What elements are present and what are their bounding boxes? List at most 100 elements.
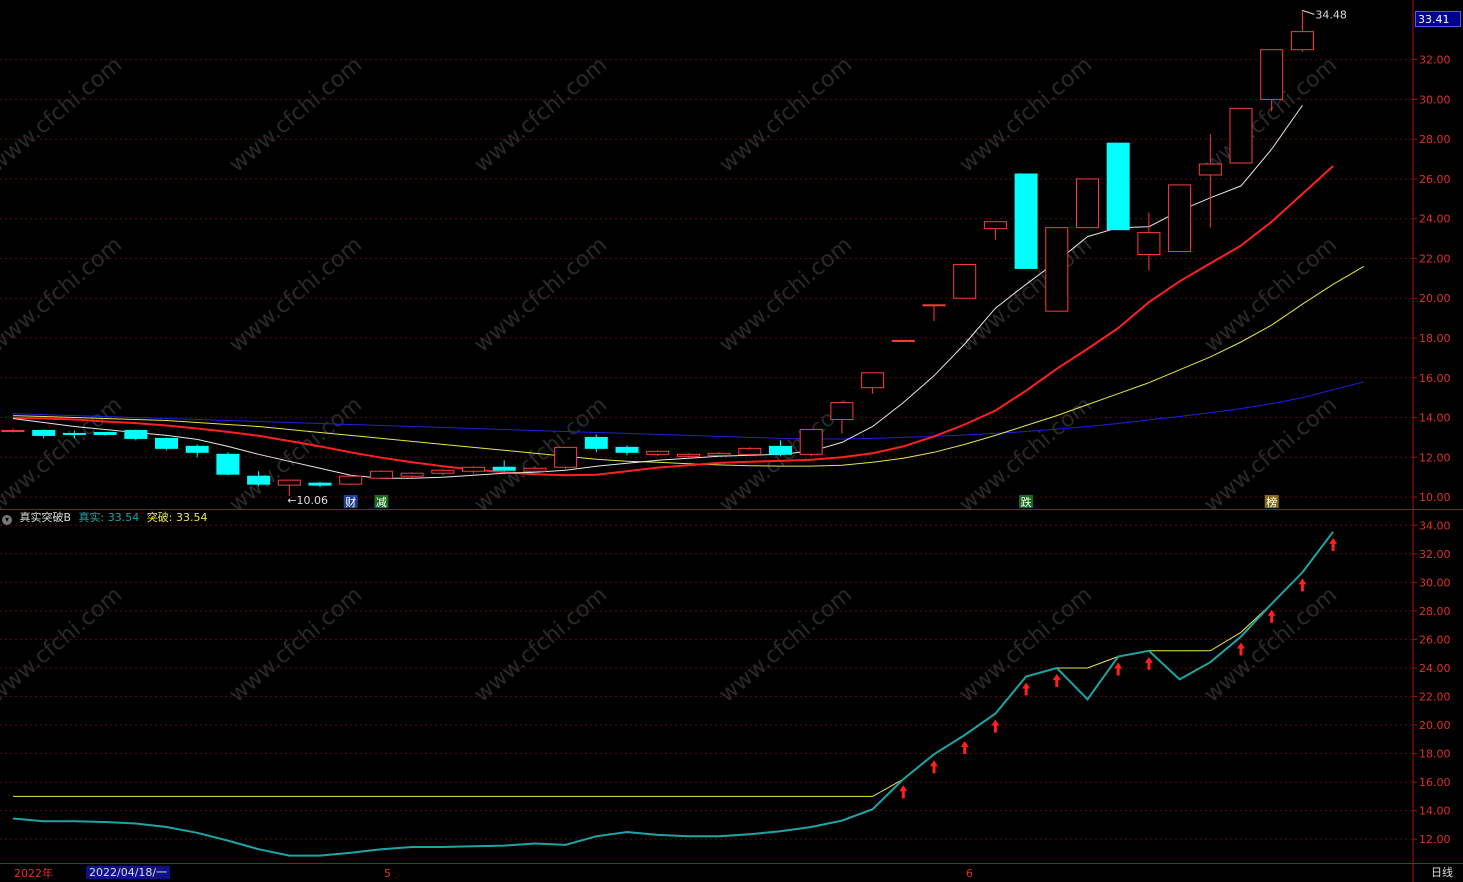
watermark-text: www.cfchi.com xyxy=(0,582,127,707)
candle-body[interactable] xyxy=(707,452,731,456)
price-tick-label: 10.00 xyxy=(1419,491,1451,504)
high-price-label: 34.48 xyxy=(1315,8,1347,21)
watermark-text: www.cfchi.com xyxy=(470,52,612,177)
indicator-grid xyxy=(0,524,1413,840)
candle-body[interactable] xyxy=(247,475,271,485)
event-badge-text[interactable]: 榜 xyxy=(1266,495,1277,509)
candle-body[interactable] xyxy=(1014,173,1038,269)
up-arrow-icon xyxy=(1114,662,1123,676)
ma20-line xyxy=(12,265,1365,467)
candle-body[interactable] xyxy=(953,263,977,299)
candle-body[interactable] xyxy=(584,436,608,449)
candle-body[interactable] xyxy=(1260,49,1284,100)
event-badge-text[interactable]: 财 xyxy=(345,495,356,509)
candle-body[interactable] xyxy=(1290,31,1314,51)
candle-body[interactable] xyxy=(492,466,516,471)
indicator-name[interactable]: 真实突破B xyxy=(20,511,72,524)
indicator-tick-label: 12.00 xyxy=(1419,833,1451,846)
indicator-title-bar: ▾ 真实突破B 真实: 33.54 突破: 33.54 xyxy=(2,510,211,526)
up-arrow-icon xyxy=(991,719,1000,733)
candle-body[interactable] xyxy=(861,372,885,389)
up-arrow-icon xyxy=(930,760,938,774)
candle-body[interactable] xyxy=(646,450,670,455)
indicator-tick-label: 18.00 xyxy=(1419,748,1451,761)
indicator-tick-label: 34.00 xyxy=(1419,519,1451,532)
last-price-tag: 33.41 xyxy=(1415,11,1461,27)
candle-body[interactable] xyxy=(891,339,915,342)
indicator-tick-label: 16.00 xyxy=(1419,776,1451,789)
breakout-line xyxy=(13,531,1334,797)
indicator-tick-label: 30.00 xyxy=(1419,576,1451,589)
month-label-6: 6 xyxy=(966,867,973,880)
candle-body[interactable] xyxy=(339,475,363,485)
candle-body[interactable] xyxy=(676,453,700,457)
watermark-text: www.cfchi.com xyxy=(715,582,857,707)
indicator-tick-label: 22.00 xyxy=(1419,690,1451,703)
high-pointer xyxy=(1302,9,1315,15)
candle-body[interactable] xyxy=(124,429,148,439)
up-arrow-icon xyxy=(1298,578,1307,592)
up-arrow-icon xyxy=(899,785,908,799)
candle-body[interactable] xyxy=(1229,107,1253,164)
candle-body[interactable] xyxy=(400,472,424,477)
candle-body[interactable] xyxy=(983,221,1007,230)
real-value: 33.54 xyxy=(107,511,140,524)
candle-body[interactable] xyxy=(523,467,547,472)
up-arrow-icon xyxy=(1052,673,1061,687)
candle-body[interactable] xyxy=(277,479,301,486)
candle-body[interactable] xyxy=(769,445,792,455)
price-tick-label: 24.00 xyxy=(1419,213,1451,226)
month-label-5: 5 xyxy=(384,867,391,880)
candle-body[interactable] xyxy=(738,447,762,455)
candle-body[interactable] xyxy=(1106,142,1130,231)
candle-body[interactable] xyxy=(185,445,209,453)
real-line xyxy=(12,531,1334,857)
watermark-text: www.cfchi.com xyxy=(225,52,367,177)
indicator-tick-label: 14.00 xyxy=(1419,805,1451,818)
candle-body[interactable] xyxy=(62,432,86,435)
main-price-axis: 10.00 12.00 14.00 16.00 18.00 20.00 22.00 24.00… xyxy=(1413,54,1451,504)
indicator-tick-label: 20.00 xyxy=(1419,719,1451,732)
candle-body[interactable] xyxy=(830,402,854,421)
candle-body[interactable] xyxy=(1045,227,1069,312)
candle-body[interactable] xyxy=(1,429,25,432)
candle-body[interactable] xyxy=(554,446,578,468)
price-tick-label: 30.00 xyxy=(1419,93,1451,106)
candle-body[interactable] xyxy=(1168,184,1192,253)
price-tick-label: 18.00 xyxy=(1419,332,1451,345)
candle-body[interactable] xyxy=(308,482,332,486)
candle-body[interactable] xyxy=(1137,232,1161,255)
price-tick-label: 28.00 xyxy=(1419,133,1451,146)
watermark-text: www.cfchi.com xyxy=(955,52,1097,177)
watermark-text: www.cfchi.com xyxy=(1200,232,1342,357)
candle-body[interactable] xyxy=(369,470,393,479)
candle-body[interactable] xyxy=(462,466,485,472)
period-button[interactable]: 日线 xyxy=(1431,866,1453,880)
selected-date-label[interactable]: 2022/04/18/一 xyxy=(86,866,171,879)
collapse-icon[interactable]: ▾ xyxy=(2,515,12,525)
candle-body[interactable] xyxy=(1198,163,1222,176)
candle-body[interactable] xyxy=(155,437,178,449)
low-price-label: ←10.06 xyxy=(287,494,328,507)
event-badge-text[interactable]: 减 xyxy=(376,496,387,509)
indicator-tick-label: 24.00 xyxy=(1419,662,1451,675)
ma10-line xyxy=(12,165,1334,477)
candle-body[interactable] xyxy=(32,429,56,436)
stock-chart[interactable]: www.cfchi.com www.cfchi.com www.cfchi.com w… xyxy=(0,0,1463,882)
main-grid xyxy=(0,59,1413,498)
candle-body[interactable] xyxy=(922,304,946,307)
breakout-value: 33.54 xyxy=(175,511,208,524)
candle-body[interactable] xyxy=(615,446,639,453)
candle-body[interactable] xyxy=(216,453,240,475)
candle-body[interactable] xyxy=(799,428,823,455)
watermark-text: www.cfchi.com xyxy=(470,232,612,357)
indicator-lines xyxy=(12,531,1334,857)
candle-body[interactable] xyxy=(431,469,455,474)
candle-body[interactable] xyxy=(1076,178,1099,229)
price-tick-label: 16.00 xyxy=(1419,372,1451,385)
watermark-text: www.cfchi.com xyxy=(0,392,127,517)
event-badge-text[interactable]: 跌 xyxy=(1021,495,1032,509)
candle-body[interactable] xyxy=(93,431,117,435)
watermark-text: www.cfchi.com xyxy=(1200,582,1342,707)
price-tick-label: 32.00 xyxy=(1419,54,1451,67)
